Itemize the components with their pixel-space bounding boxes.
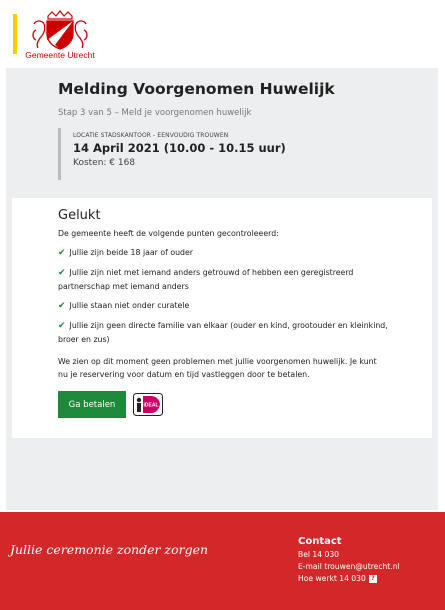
checkmark-icon: ✔ [58, 268, 66, 278]
step-indicator: Stap 3 van 5 – Meld je voorgenomen huwel… [58, 108, 252, 118]
checkmark-icon: ✔ [58, 301, 66, 311]
card-message: We zien op dit moment geen problemen met… [58, 357, 377, 379]
check-list: ✔ Jullie zijn beide 18 jaar of ouder ✔ Jul… [58, 246, 388, 352]
checkmark-icon: ✔ [58, 248, 66, 258]
contact-block: Contact Bel 14 030 E-mail trouwen@utrech… [298, 536, 438, 583]
main-content: Melding Voorgenomen Huwelijk Stap 3 van … [6, 68, 438, 510]
booking-location-label: LOCATIE STADSKANTOOR - EENVOUDIG TROUWEN [73, 132, 229, 139]
checkmark-icon: ✔ [58, 321, 66, 331]
footer: Jullie ceremonie zonder zorgen Contact B… [0, 512, 445, 610]
contact-email[interactable]: E-mail trouwen@utrecht.nl [298, 562, 438, 571]
page-title: Melding Voorgenomen Huwelijk [58, 80, 335, 98]
check-item-text: Jullie staan niet onder curatele [69, 301, 190, 310]
card-intro: De gemeente heeft de volgende punten gec… [58, 229, 279, 238]
check-item-text: Jullie zijn niet met iemand anders getro… [58, 268, 354, 291]
booking-summary: LOCATIE STADSKANTOOR - EENVOUDIG TROUWEN… [58, 128, 318, 180]
contact-help-text[interactable]: Hoe werkt 14 030 [298, 574, 366, 583]
check-item: ✔ Jullie zijn niet met iemand anders getr… [58, 266, 388, 293]
gemeente-utrecht-logo[interactable]: Gemeente Utrecht [24, 10, 96, 60]
coat-of-arms-icon [32, 10, 88, 50]
check-item-text: Jullie zijn geen directe familie van elk… [58, 321, 388, 344]
help-icon: ? [368, 575, 377, 583]
contact-phone[interactable]: Bel 14 030 [298, 550, 438, 559]
ideal-logo-text: iDEAL [144, 403, 159, 409]
logo-text: Gemeente Utrecht [25, 50, 95, 60]
confirmation-card: Gelukt De gemeente heeft de volgende pun… [12, 198, 432, 438]
ideal-icon: iDEAL [133, 393, 163, 416]
check-item: ✔ Jullie zijn geen directe familie van el… [58, 319, 388, 346]
footer-tagline: Jullie ceremonie zonder zorgen [10, 542, 209, 557]
pay-button[interactable]: Ga betalen [58, 391, 126, 418]
booking-cost: Kosten: € 168 [73, 158, 136, 168]
card-title: Gelukt [58, 208, 101, 223]
header: Gemeente Utrecht [0, 0, 445, 66]
check-item-text: Jullie zijn beide 18 jaar of ouder [69, 248, 194, 257]
contact-help-link[interactable]: Hoe werkt 14 030? [298, 574, 438, 583]
contact-title: Contact [298, 536, 342, 547]
check-item: ✔ Jullie staan niet onder curatele [58, 299, 388, 313]
check-item: ✔ Jullie zijn beide 18 jaar of ouder [58, 246, 388, 260]
booking-date: 14 April 2021 (10.00 - 10.15 uur) [73, 141, 286, 155]
header-accent-bar [13, 14, 17, 54]
